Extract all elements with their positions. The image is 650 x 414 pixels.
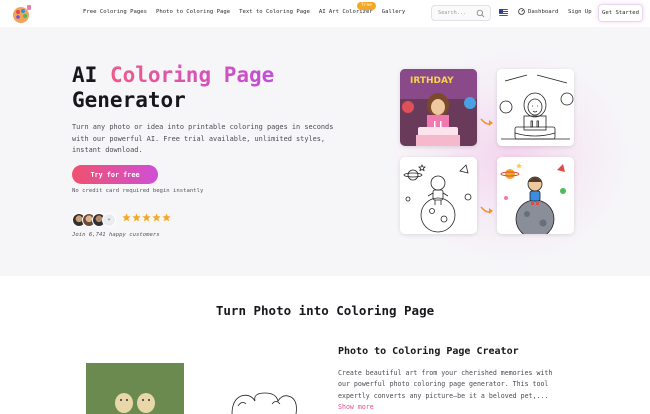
us-flag-icon[interactable] <box>499 9 508 16</box>
svg-text:IRTHDAY: IRTHDAY <box>410 76 454 86</box>
astronaut-colored-image <box>497 157 574 234</box>
section-title: Turn Photo into Coloring Page <box>215 303 435 318</box>
star-icon <box>132 213 141 222</box>
nav-free-coloring-pages[interactable]: Free Coloring Pages <box>83 9 147 15</box>
title-accent: Coloring Page <box>109 63 275 87</box>
example-birthday-photo: IRTHDAY <box>400 69 477 146</box>
nav-photo-to-coloring-page[interactable]: Photo to Coloring Page <box>156 9 230 15</box>
creator-description: Create beautiful art from your cherished… <box>338 368 568 413</box>
dashboard-link[interactable]: Dashboard <box>518 8 558 15</box>
birthday-photo-image: IRTHDAY <box>400 69 477 146</box>
nav-links: Free Coloring Pages Photo to Coloring Pa… <box>83 2 406 15</box>
dogs-coloring-image <box>231 392 297 414</box>
palette-logo-icon[interactable] <box>11 4 33 24</box>
hero-section: AI Coloring Page Generator Turn any phot… <box>0 27 650 276</box>
star-icon <box>122 213 131 222</box>
search-placeholder: Search... <box>438 10 467 16</box>
creator-description-text: Create beautiful art from your cherished… <box>338 369 553 400</box>
sign-up-link[interactable]: Sign Up <box>568 9 592 15</box>
title-plain: AI <box>72 63 110 87</box>
cta-note: No credit card required begin instantly <box>72 188 204 194</box>
get-started-button[interactable]: Get Started <box>598 4 643 22</box>
star-icon <box>162 213 171 222</box>
star-icon <box>152 213 161 222</box>
birthday-coloring-image <box>497 69 574 146</box>
customers-count: Join 6,741 happy customers <box>72 232 160 238</box>
title-line2: Generator <box>72 88 186 112</box>
example-astronaut-colored <box>497 157 574 234</box>
show-more-link[interactable]: Show more <box>338 403 374 411</box>
arrow-right-icon <box>480 118 493 126</box>
creator-title: Photo to Coloring Page Creator <box>338 346 519 357</box>
page-title: AI Coloring Page Generator <box>72 63 274 113</box>
free-badge: free <box>356 2 376 10</box>
top-nav: Free Coloring Pages Photo to Coloring Pa… <box>0 0 650 27</box>
dashboard-icon <box>518 8 525 15</box>
search-input[interactable]: Search... <box>431 5 491 21</box>
arrow-right-icon <box>480 206 493 214</box>
sample-dogs-coloring <box>214 362 312 414</box>
example-birthday-coloring <box>497 69 574 146</box>
example-astronaut-coloring <box>400 157 477 234</box>
avatar-more: + <box>102 213 116 227</box>
try-for-free-button[interactable]: Try for free <box>72 165 158 184</box>
rating-stars <box>122 213 171 222</box>
dashboard-label: Dashboard <box>528 8 559 15</box>
astronaut-coloring-image <box>400 157 477 234</box>
hero-description: Turn any photo or idea into printable co… <box>72 123 334 154</box>
sample-dogs-photo <box>86 363 184 414</box>
nav-gallery[interactable]: Gallery <box>382 9 406 15</box>
search-icon[interactable] <box>476 9 485 18</box>
star-icon <box>142 213 151 222</box>
nav-text-to-coloring-page[interactable]: Text to Coloring Page <box>239 9 310 15</box>
dogs-photo-image <box>86 363 184 414</box>
nav-ai-art-colorizer[interactable]: AI Art Colorizer free <box>319 2 376 15</box>
